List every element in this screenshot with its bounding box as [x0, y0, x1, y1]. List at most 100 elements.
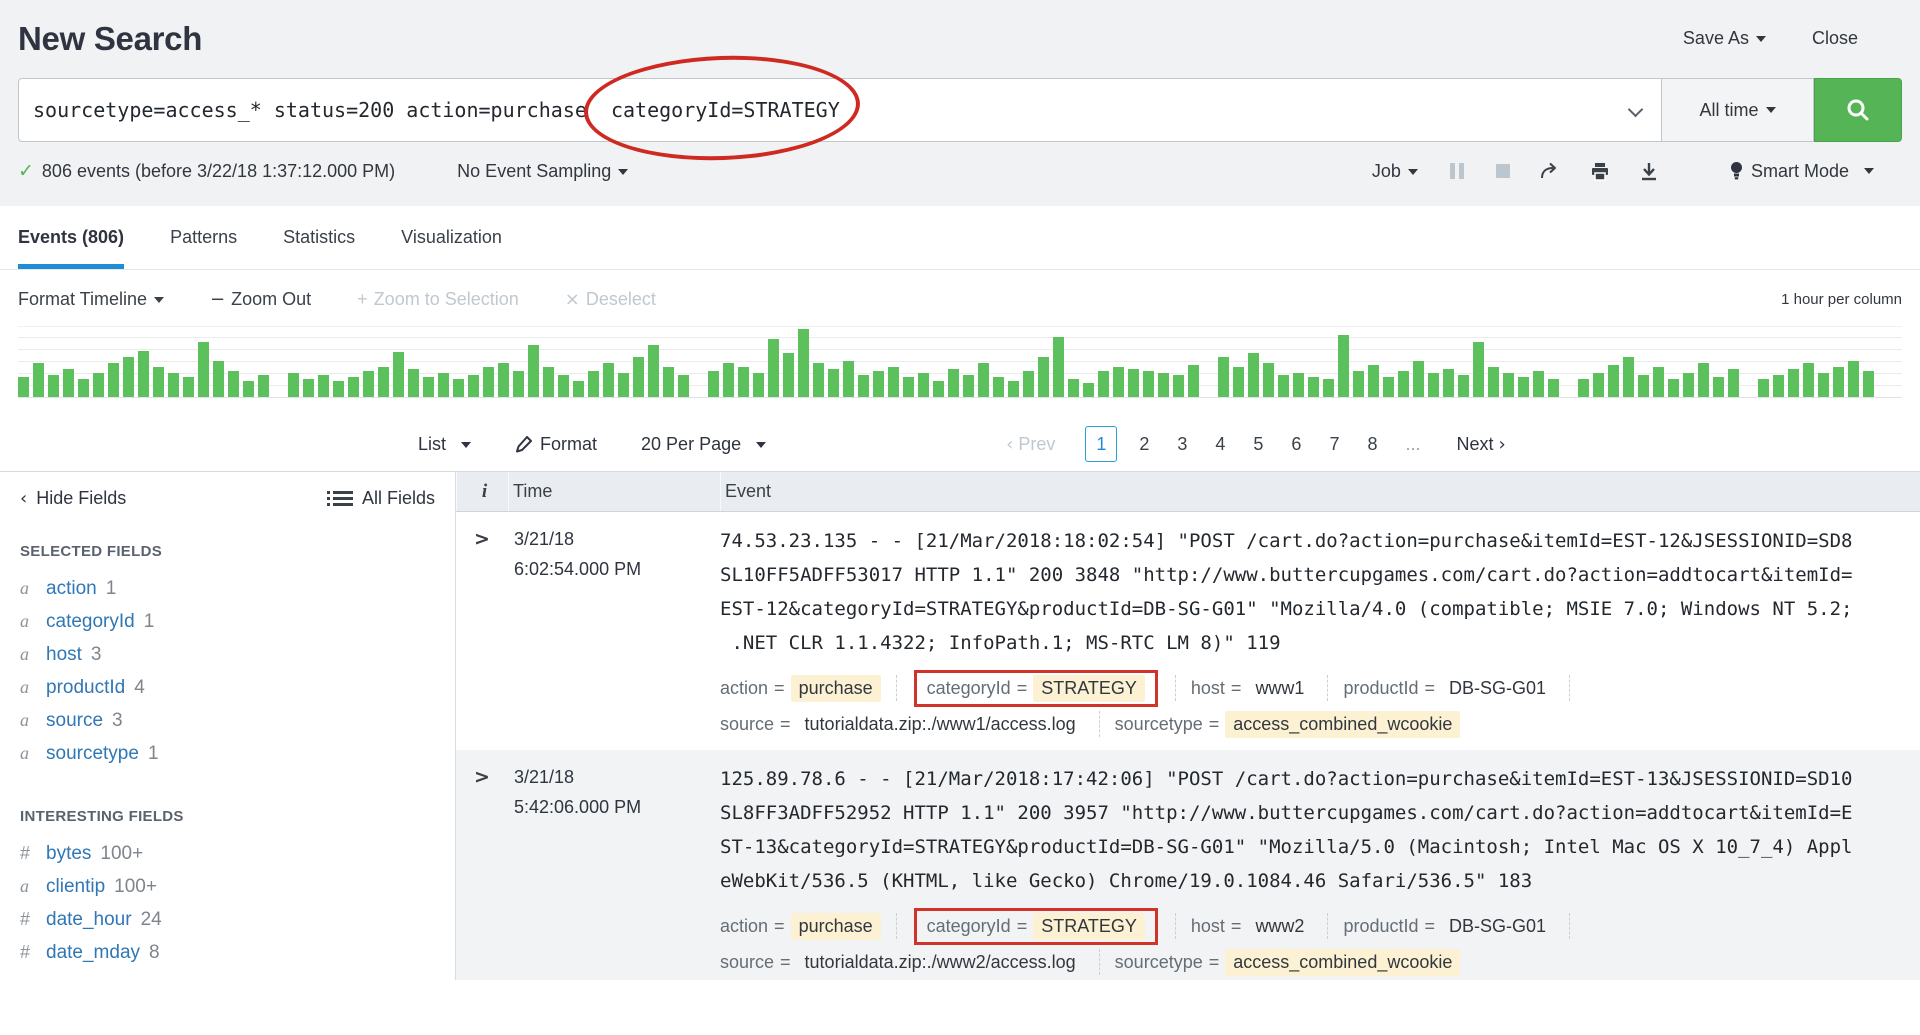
timeline-bar[interactable]	[1488, 367, 1499, 397]
timeline-histogram[interactable]	[18, 326, 1902, 398]
timeline-bar[interactable]	[468, 375, 479, 397]
timeline-bar[interactable]	[738, 367, 749, 397]
timeline-bar[interactable]	[693, 396, 704, 397]
timeline-bar[interactable]	[1353, 371, 1364, 397]
stop-job-button[interactable]	[1496, 164, 1510, 178]
page-3[interactable]: 3	[1171, 427, 1193, 461]
field-item-date_mday[interactable]: #date_mday8	[20, 936, 435, 969]
print-button[interactable]	[1590, 162, 1610, 181]
timeline-bar[interactable]	[1653, 367, 1664, 397]
per-page-menu[interactable]: 20 Per Page	[641, 434, 766, 455]
timeline-bar[interactable]	[108, 363, 119, 397]
timeline-bar[interactable]	[18, 377, 29, 397]
field-item-bytes[interactable]: #bytes100+	[20, 837, 435, 870]
page-1[interactable]: 1	[1085, 426, 1117, 462]
prev-page-button[interactable]: ‹ Prev	[1006, 434, 1055, 455]
field-name[interactable]: host	[46, 638, 82, 671]
format-results-button[interactable]: Format	[515, 434, 597, 455]
timeline-bar[interactable]	[333, 381, 344, 397]
timeline-bar[interactable]	[1773, 375, 1784, 397]
timeline-bar[interactable]	[1533, 371, 1544, 397]
timeline-bar[interactable]	[78, 379, 89, 397]
timeline-bar[interactable]	[228, 371, 239, 397]
timeline-bar[interactable]	[33, 363, 44, 397]
page-5[interactable]: 5	[1247, 427, 1269, 461]
timeline-bar[interactable]	[123, 357, 134, 397]
timeline-bar[interactable]	[1848, 361, 1859, 397]
timeline-bar[interactable]	[63, 369, 74, 397]
tab-patterns[interactable]: Patterns	[170, 206, 237, 269]
timeline-bar[interactable]	[1383, 377, 1394, 397]
timeline-bar[interactable]	[1368, 365, 1379, 397]
all-fields-button[interactable]: All Fields	[333, 488, 435, 509]
timeline-bar[interactable]	[1713, 377, 1724, 397]
page-4[interactable]: 4	[1209, 427, 1231, 461]
timeline-bar[interactable]	[543, 367, 554, 397]
timeline-bar[interactable]	[348, 377, 359, 397]
tab-events-806[interactable]: Events (806)	[18, 206, 124, 269]
time-range-picker[interactable]: All time	[1662, 78, 1814, 142]
timeline-bar[interactable]	[1203, 396, 1214, 397]
timeline-bar[interactable]	[378, 367, 389, 397]
timeline-bar[interactable]	[1053, 337, 1064, 397]
timeline-bar[interactable]	[1413, 361, 1424, 397]
timeline-bar[interactable]	[198, 342, 209, 397]
field-value[interactable]: STRATEGY	[1033, 913, 1145, 940]
timeline-bar[interactable]	[1158, 373, 1169, 397]
timeline-bar[interactable]	[438, 373, 449, 397]
timeline-bar[interactable]	[393, 352, 404, 397]
timeline-bar[interactable]	[1113, 367, 1124, 397]
timeline-bar[interactable]	[1803, 363, 1814, 397]
timeline-bar[interactable]	[1278, 375, 1289, 397]
field-name[interactable]: source	[46, 704, 103, 737]
timeline-bar[interactable]	[1143, 371, 1154, 397]
expand-event-button[interactable]: >	[456, 524, 508, 742]
timeline-bar[interactable]	[663, 367, 674, 397]
timeline-bar[interactable]	[588, 371, 599, 397]
pause-job-button[interactable]	[1448, 163, 1466, 179]
zoom-out-button[interactable]: −Zoom Out	[210, 289, 311, 310]
timeline-bar[interactable]	[1188, 365, 1199, 397]
timeline-bar[interactable]	[633, 357, 644, 397]
timeline-bar[interactable]	[1638, 375, 1649, 397]
field-name[interactable]: bytes	[46, 837, 91, 870]
timeline-bar[interactable]	[153, 367, 164, 397]
timeline-bar[interactable]	[1083, 383, 1094, 397]
timeline-bar[interactable]	[1518, 377, 1529, 397]
timeline-bar[interactable]	[1668, 379, 1679, 397]
timeline-bar[interactable]	[528, 345, 539, 397]
export-button[interactable]	[1640, 162, 1658, 181]
timeline-bar[interactable]	[1023, 371, 1034, 397]
field-value[interactable]: access_combined_wcookie	[1225, 949, 1460, 976]
timeline-bar[interactable]	[1683, 373, 1694, 397]
field-value[interactable]: www2	[1247, 913, 1312, 940]
field-value[interactable]: DB-SG-G01	[1441, 675, 1554, 702]
page-8[interactable]: 8	[1361, 427, 1383, 461]
page-2[interactable]: 2	[1133, 427, 1155, 461]
timeline-bar[interactable]	[1473, 342, 1484, 397]
timeline-bar[interactable]	[1308, 377, 1319, 397]
search-button[interactable]	[1814, 78, 1902, 142]
timeline-bar[interactable]	[453, 379, 464, 397]
timeline-bar[interactable]	[948, 369, 959, 397]
timeline-bar[interactable]	[828, 369, 839, 397]
field-item-categoryId[interactable]: acategoryId1	[20, 605, 435, 638]
field-item-action[interactable]: aaction1	[20, 572, 435, 605]
timeline-bar[interactable]	[1428, 373, 1439, 397]
timeline-bar[interactable]	[888, 367, 899, 397]
format-timeline-menu[interactable]: Format Timeline	[18, 289, 164, 310]
timeline-bar[interactable]	[408, 369, 419, 397]
timeline-bar[interactable]	[138, 351, 149, 397]
timeline-bar[interactable]	[978, 363, 989, 397]
timeline-bar[interactable]	[1338, 335, 1349, 397]
field-value[interactable]: DB-SG-G01	[1441, 913, 1554, 940]
timeline-bar[interactable]	[1728, 369, 1739, 397]
timeline-bar[interactable]	[993, 377, 1004, 397]
timeline-bar[interactable]	[288, 373, 299, 397]
timeline-bar[interactable]	[93, 373, 104, 397]
timeline-bar[interactable]	[1173, 375, 1184, 397]
deselect-button[interactable]: ×Deselect	[565, 289, 656, 310]
timeline-bar[interactable]	[1323, 379, 1334, 397]
tab-statistics[interactable]: Statistics	[283, 206, 355, 269]
field-item-clientip[interactable]: aclientip100+	[20, 870, 435, 903]
